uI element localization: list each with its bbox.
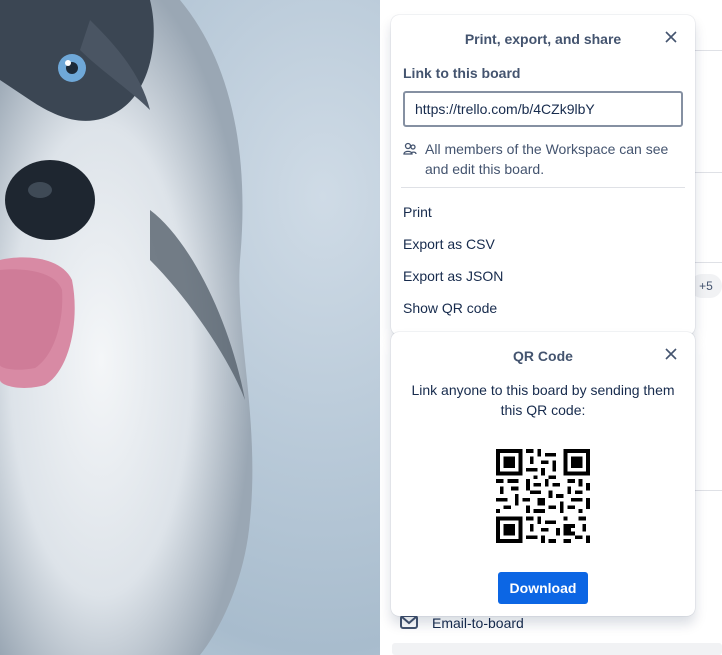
permission-note-text: All members of the Workspace can see and… <box>425 141 669 177</box>
mail-icon <box>400 614 418 632</box>
close-icon <box>665 347 677 365</box>
divider <box>401 187 685 188</box>
board-background-photo <box>0 0 380 655</box>
email-to-board-label: Email-to-board <box>432 615 524 631</box>
board-link-input[interactable] <box>403 91 683 127</box>
permission-note: All members of the Workspace can see and… <box>403 139 683 179</box>
husky-image <box>0 0 253 655</box>
people-icon <box>403 139 419 179</box>
qr-description: Link anyone to this board by sending the… <box>411 382 675 418</box>
qr-close-button[interactable] <box>659 344 683 368</box>
print-menu-item[interactable]: Print <box>391 196 695 228</box>
close-button[interactable] <box>659 27 683 51</box>
export-json-menu-item[interactable]: Export as JSON <box>391 260 695 292</box>
qr-code-popover: QR Code Link anyone to this board by sen… <box>391 332 695 616</box>
download-button[interactable]: Download <box>498 572 588 604</box>
share-popover: Print, export, and share Link to this bo… <box>391 15 695 335</box>
show-qr-code-menu-item[interactable]: Show QR code <box>391 292 695 324</box>
qr-code-image <box>496 449 590 543</box>
export-csv-menu-item[interactable]: Export as CSV <box>391 228 695 260</box>
sidebar-item-partial[interactable] <box>392 643 722 655</box>
qr-popover-title: QR Code <box>513 348 573 364</box>
link-label: Link to this board <box>403 65 521 81</box>
close-icon <box>665 30 677 48</box>
popover-title: Print, export, and share <box>464 31 622 47</box>
